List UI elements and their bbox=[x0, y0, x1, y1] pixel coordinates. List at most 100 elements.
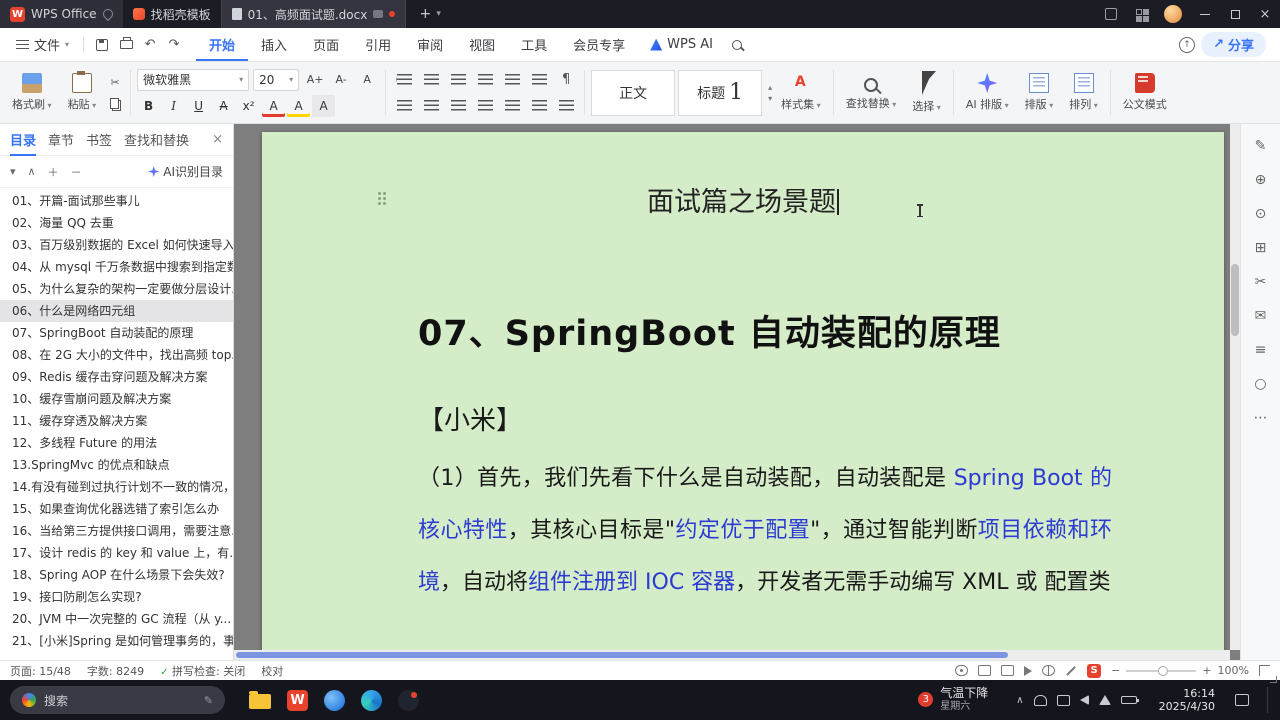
media-app-icon[interactable] bbox=[398, 689, 419, 711]
battery-icon[interactable] bbox=[1120, 696, 1139, 704]
style-set-button[interactable]: 样式集 bbox=[775, 71, 827, 114]
toc-item[interactable]: 17、设计 redis 的 key 和 value 上，有... bbox=[0, 542, 233, 564]
shape-icon[interactable]: ○ bbox=[1254, 376, 1266, 394]
efficiency-icon[interactable]: ↑ bbox=[1179, 36, 1196, 53]
mail-icon[interactable]: ✉ bbox=[1255, 308, 1267, 326]
weather-widget[interactable]: 3 气温下降 星期六 bbox=[918, 687, 988, 712]
fullscreen-icon[interactable] bbox=[1259, 665, 1277, 683]
scissors-icon[interactable]: ✂ bbox=[1255, 274, 1267, 292]
document-heading[interactable]: 07、SpringBoot 自动装配的原理 bbox=[418, 305, 1112, 356]
minimize-button[interactable] bbox=[1190, 0, 1220, 28]
align-left-icon[interactable] bbox=[392, 95, 416, 117]
proofread-button[interactable]: 校对 bbox=[261, 663, 283, 679]
ai-recognize-button[interactable]: AI识别目录 bbox=[148, 163, 223, 180]
font-tool-2[interactable]: A- bbox=[329, 69, 353, 91]
toc-item[interactable]: 05、为什么复杂的架构一定要做分层设计... bbox=[0, 278, 233, 300]
toc-item[interactable]: 18、Spring AOP 在什么场景下会失效? bbox=[0, 564, 233, 586]
vertical-scrollbar[interactable] bbox=[1230, 124, 1240, 650]
format-button-4[interactable]: A bbox=[212, 95, 235, 117]
style-body[interactable]: 正文 bbox=[591, 69, 676, 116]
target-icon[interactable]: ⊙ bbox=[1255, 206, 1267, 224]
text-direction-icon[interactable] bbox=[500, 69, 524, 91]
toc-item[interactable]: 09、Redis 缓存击穿问题及解决方案 bbox=[0, 366, 233, 388]
indent-icon[interactable] bbox=[473, 69, 497, 91]
hidden-icons-chevron[interactable]: ∧ bbox=[1016, 695, 1023, 706]
tab-list-chevron-icon[interactable]: ▾ bbox=[436, 9, 441, 19]
sidebar-tab-2[interactable]: 章节 bbox=[48, 124, 74, 156]
document-title[interactable]: 面试篇之场景题 bbox=[262, 180, 1224, 219]
maximize-button[interactable] bbox=[1220, 0, 1250, 28]
horizontal-scrollbar-thumb[interactable] bbox=[236, 652, 1008, 658]
file-menu[interactable]: 文件 ▾ bbox=[8, 35, 77, 54]
font-tool-1[interactable]: A+ bbox=[303, 69, 327, 91]
horizontal-scrollbar[interactable] bbox=[234, 650, 1230, 660]
ai-layout-button[interactable]: AI 排版 bbox=[960, 71, 1015, 114]
menu-tab-4[interactable]: 引用 bbox=[352, 28, 404, 61]
format-button-3[interactable]: U bbox=[187, 95, 210, 117]
web-layout-icon[interactable] bbox=[1042, 665, 1056, 676]
select-button[interactable]: 选择 bbox=[906, 69, 947, 116]
avatar[interactable] bbox=[1164, 5, 1182, 23]
search-icon[interactable] bbox=[725, 33, 749, 57]
sidebar-tab-3[interactable]: 书签 bbox=[86, 124, 112, 156]
toc-item[interactable]: 19、接口防刷怎么实现? bbox=[0, 586, 233, 608]
file-explorer-icon[interactable] bbox=[249, 691, 271, 709]
undo-icon[interactable]: ↶ bbox=[138, 33, 162, 57]
format-button-5[interactable]: x² bbox=[237, 95, 260, 117]
zoom-out-toc-icon[interactable]: － bbox=[71, 164, 82, 180]
wps-vip-badge[interactable]: S bbox=[1087, 663, 1102, 678]
align-center-icon[interactable] bbox=[419, 95, 443, 117]
vertical-scrollbar-thumb[interactable] bbox=[1231, 264, 1239, 336]
more-icon[interactable]: ⋯ bbox=[1254, 410, 1268, 428]
toc-item[interactable]: 20、JVM 中一次完整的 GC 流程（从 y... bbox=[0, 608, 233, 630]
wps-taskbar-icon[interactable]: W bbox=[287, 689, 308, 711]
bullet-list-icon[interactable] bbox=[392, 69, 416, 91]
menu-tab-5[interactable]: 审阅 bbox=[404, 28, 456, 61]
word-count[interactable]: 字数: 8249 bbox=[87, 663, 144, 679]
page-indicator[interactable]: 页面: 15/48 bbox=[10, 663, 71, 679]
network-icon[interactable] bbox=[1098, 695, 1111, 705]
toc-item[interactable]: 21、[小米]Spring 是如何管理事务的，事... bbox=[0, 630, 233, 652]
document-tab[interactable]: 01、高频面试题.docx bbox=[220, 0, 407, 28]
copy-icon[interactable] bbox=[106, 95, 124, 111]
print-icon[interactable] bbox=[114, 33, 138, 57]
insert-icon[interactable]: ⊕ bbox=[1255, 172, 1267, 190]
align-right-icon[interactable] bbox=[446, 95, 470, 117]
toc-item[interactable]: 10、缓存雪崩问题及解决方案 bbox=[0, 388, 233, 410]
page-layout-icon[interactable] bbox=[1001, 665, 1015, 676]
toc-item[interactable]: 16、当给第三方提供接口调用，需要注意... bbox=[0, 520, 233, 542]
format-button-6[interactable]: A bbox=[262, 95, 285, 117]
save-icon[interactable] bbox=[90, 33, 114, 57]
read-layout-icon[interactable] bbox=[978, 665, 992, 676]
font-name-select[interactable]: 微软雅黑 ▾ bbox=[137, 68, 250, 91]
new-tab-button[interactable]: + bbox=[414, 4, 436, 24]
font-size-select[interactable]: 20 ▾ bbox=[253, 68, 300, 91]
table-icon[interactable]: ⊞ bbox=[1255, 240, 1267, 258]
collapse-icon[interactable]: ∧ bbox=[28, 165, 36, 178]
toc-item[interactable]: 01、开篇-面试那些事儿 bbox=[0, 190, 233, 212]
format-button-1[interactable]: B bbox=[137, 95, 160, 117]
zoom-in-icon[interactable]: + bbox=[1202, 664, 1211, 677]
expand-dropdown-icon[interactable]: ▾ bbox=[10, 165, 16, 178]
format-button-8[interactable]: A bbox=[312, 94, 336, 117]
sidebar-tab-4[interactable]: 查找和替换 bbox=[124, 124, 189, 156]
find-replace-button[interactable]: 查找替换 bbox=[840, 73, 903, 113]
format-painter-button[interactable]: 格式刷 bbox=[6, 71, 58, 114]
sidebar-close-icon[interactable]: × bbox=[212, 132, 223, 147]
play-icon[interactable] bbox=[1024, 665, 1033, 676]
zoom-percent[interactable]: 100% bbox=[1218, 664, 1249, 677]
style-gallery-up-icon[interactable]: ▴ bbox=[768, 83, 772, 92]
redo-icon[interactable]: ↷ bbox=[162, 33, 186, 57]
volume-icon[interactable] bbox=[1079, 695, 1089, 705]
line-spacing-icon[interactable] bbox=[500, 95, 524, 117]
toc-item[interactable]: 12、多线程 Future 的用法 bbox=[0, 432, 233, 454]
sort-icon[interactable] bbox=[527, 69, 551, 91]
shading-icon[interactable] bbox=[527, 95, 551, 117]
align-justify-icon[interactable] bbox=[473, 95, 497, 117]
layout-button[interactable]: 排版 bbox=[1019, 71, 1060, 114]
share-button[interactable]: ↗ 分享 bbox=[1201, 32, 1266, 57]
ime-icon[interactable] bbox=[1056, 694, 1070, 706]
zoom-slider[interactable] bbox=[1126, 665, 1197, 676]
wps-office-tab[interactable]: W WPS Office bbox=[0, 0, 123, 28]
toc-item[interactable]: 15、如果查询优化器选错了索引怎么办 bbox=[0, 498, 233, 520]
